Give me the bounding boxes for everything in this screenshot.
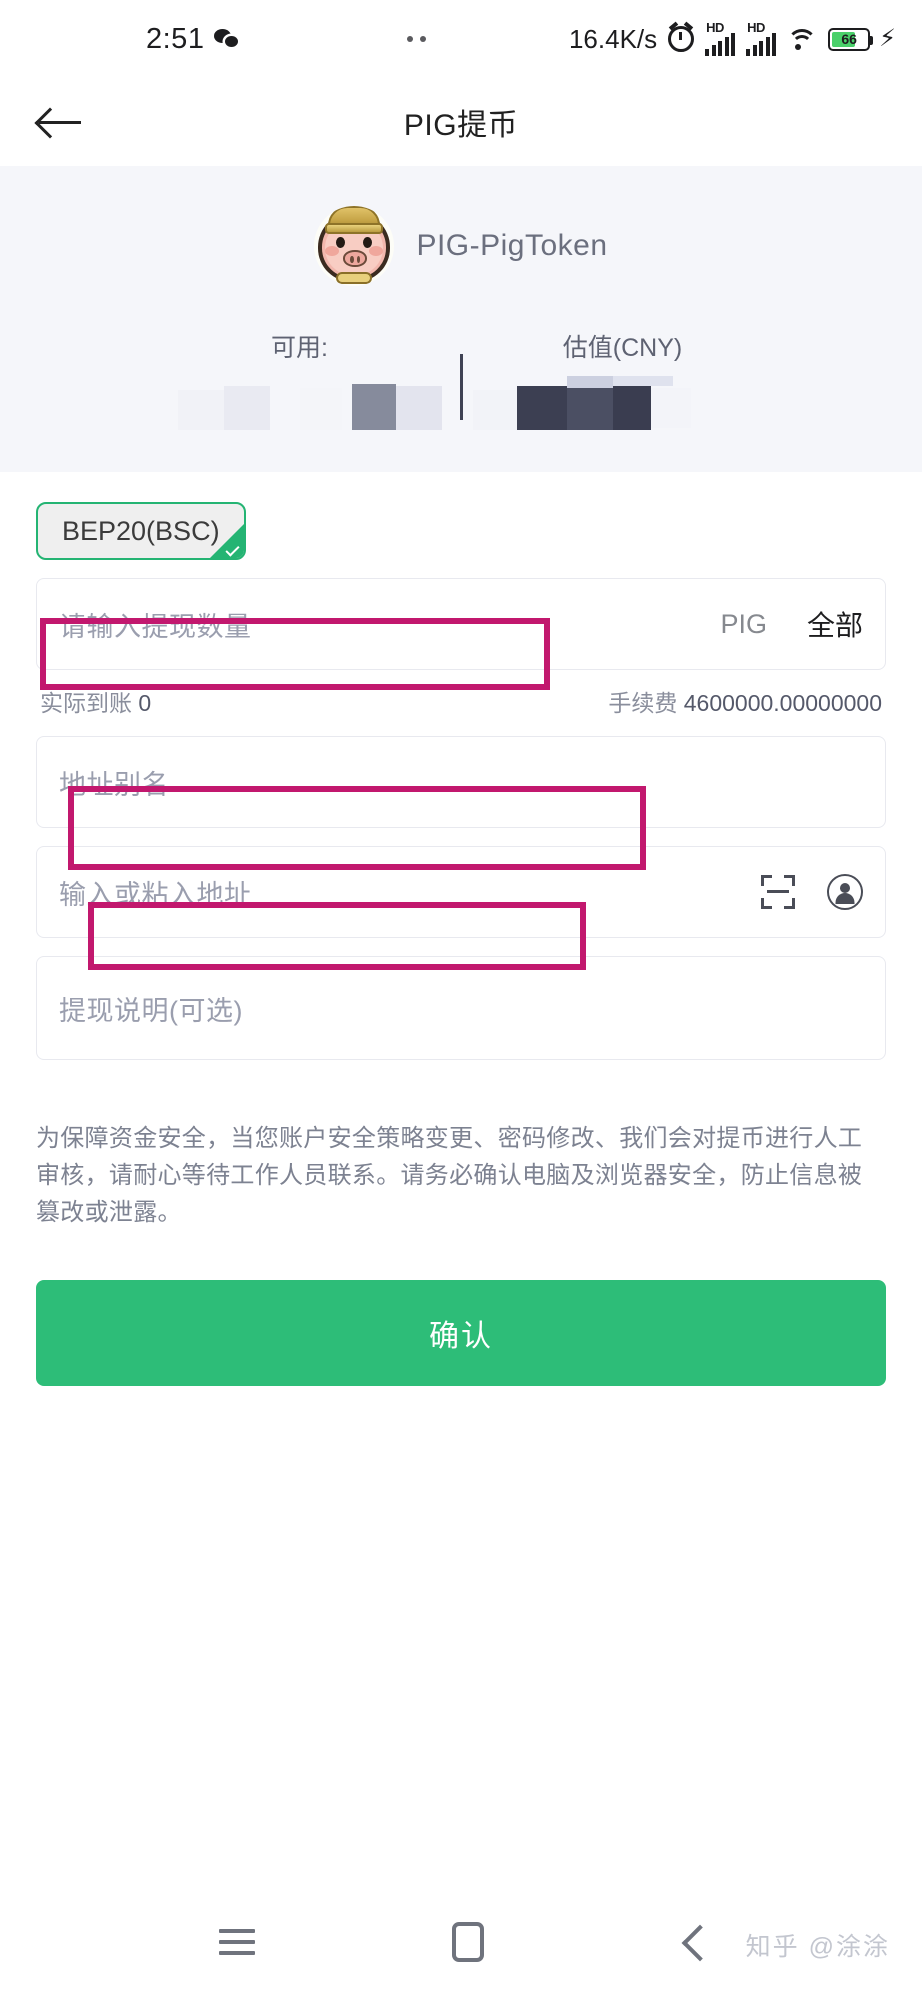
withdraw-form: BEP20(BSC) 请输入提现数量 PIG 全部 实际到账 0 手续费 460… [0, 472, 922, 1060]
token-summary-panel: PIG-PigToken 可用: 估值(CNY) [0, 166, 922, 472]
status-bar-right: 16.4K/s HD HD 66 ⚡ [506, 19, 896, 56]
hd-label-2: HD [747, 19, 765, 35]
amount-input-placeholder: 请输入提现数量 [59, 611, 252, 642]
hd-label-1: HD [706, 19, 724, 35]
actual-received-group: 实际到账 0 [40, 684, 151, 718]
watermark: 知乎 @涂涂 [745, 1933, 890, 1961]
network-chip-label: BEP20(BSC) [62, 515, 220, 546]
signal-icon-sim1: HD [705, 19, 736, 56]
camera-notch-dots [326, 36, 506, 42]
amount-unit-label: PIG [720, 608, 767, 639]
available-label: 可用: [271, 334, 328, 362]
charging-icon: ⚡ [879, 25, 896, 52]
address-field-actions [761, 874, 863, 910]
network-speed-text: 16.4K/s [568, 23, 658, 54]
valuation-label: 估值(CNY) [562, 334, 683, 362]
available-balance-block: 可用: [140, 328, 460, 430]
address-input-placeholder: 输入或粘入地址 [59, 879, 252, 910]
address-alias-input-row[interactable]: 地址别名 [36, 736, 886, 828]
address-book-icon[interactable] [827, 874, 863, 910]
battery-icon: 66 [828, 27, 874, 51]
fee-value: 4600000.00000000 [683, 690, 882, 716]
signal-icon-sim2: HD [746, 19, 777, 56]
wechat-icon [214, 29, 240, 49]
network-chip-bep20[interactable]: BEP20(BSC) [36, 502, 246, 560]
token-identity-row: PIG-PigToken [0, 206, 922, 286]
app-screen: 2:51 16.4K/s HD HD 66 ⚡ PIG提币 PIG-PigTok… [0, 0, 922, 1997]
token-name: PIG-PigToken [416, 229, 608, 262]
amount-field-actions: PIG 全部 [720, 604, 863, 644]
withdraw-note-input-row[interactable]: 提现说明(可选) [36, 956, 886, 1060]
alarm-icon [668, 26, 695, 52]
back-arrow-icon[interactable] [36, 102, 84, 142]
home-icon[interactable] [451, 1922, 484, 1962]
actual-received-value: 0 [138, 690, 152, 716]
actual-received-label: 实际到账 [40, 690, 132, 716]
valuation-block: 估值(CNY) [463, 328, 783, 430]
confirm-button-label: 确认 [429, 1319, 493, 1353]
amount-meta-row: 实际到账 0 手续费 4600000.00000000 [36, 670, 886, 718]
address-input-row[interactable]: 输入或粘入地址 [36, 846, 886, 938]
amount-input-row[interactable]: 请输入提现数量 PIG 全部 [36, 578, 886, 670]
recents-icon[interactable] [218, 1929, 255, 1955]
fee-label: 手续费 [608, 690, 678, 716]
security-disclaimer: 为保障资金安全，当您账户安全策略变更、密码修改、我们会对提币进行人工审核，请耐心… [36, 1125, 863, 1227]
valuation-value-redacted [463, 376, 783, 430]
address-alias-placeholder: 地址别名 [59, 769, 169, 800]
available-value-redacted [140, 382, 460, 430]
status-bar: 2:51 16.4K/s HD HD 66 ⚡ [0, 0, 922, 78]
back-icon[interactable] [681, 1925, 703, 1959]
confirm-button[interactable]: 确认 [36, 1279, 886, 1386]
balance-row: 可用: 估值(CNY) [0, 328, 922, 430]
wifi-icon [787, 27, 818, 51]
page-title: PIG提币 [403, 109, 519, 142]
pig-token-avatar-icon [314, 206, 395, 286]
battery-percent: 66 [841, 31, 857, 47]
amount-max-button[interactable]: 全部 [807, 604, 863, 644]
status-bar-left: 2:51 [26, 23, 326, 56]
page-header: PIG提币 [0, 78, 922, 166]
status-time: 2:51 [146, 22, 205, 55]
withdraw-note-placeholder: 提现说明(可选) [59, 995, 243, 1026]
scan-qr-icon[interactable] [761, 875, 795, 909]
fee-group: 手续费 4600000.00000000 [608, 684, 882, 718]
